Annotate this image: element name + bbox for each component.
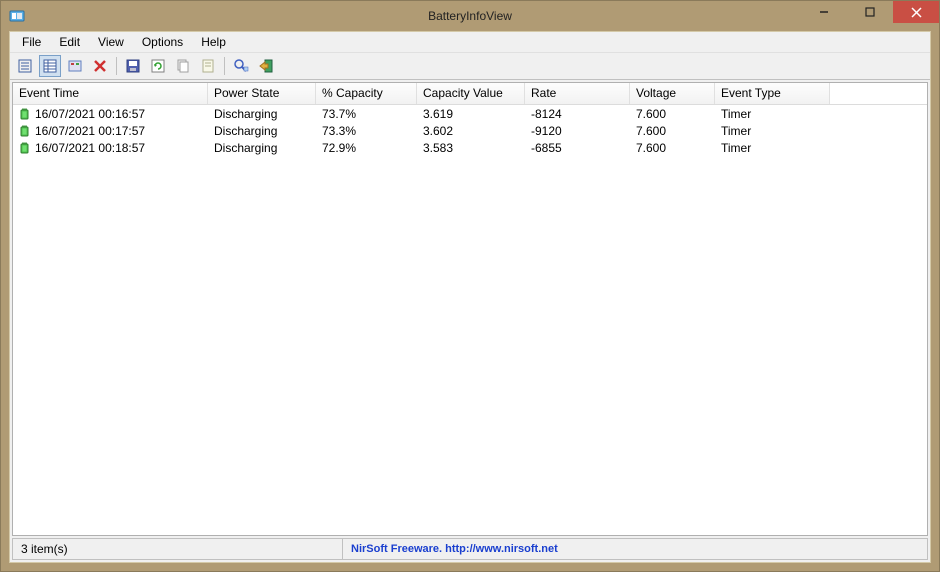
column-header-pct_capacity[interactable]: % Capacity [316, 83, 417, 104]
table-row[interactable]: 16/07/2021 00:18:57Discharging72.9%3.583… [13, 139, 927, 156]
list-body[interactable]: 16/07/2021 00:16:57Discharging73.7%3.619… [13, 105, 927, 535]
cell-rate: -9120 [525, 123, 630, 139]
cell-power_state: Discharging [208, 140, 316, 156]
menu-help[interactable]: Help [193, 34, 234, 50]
battery-icon [19, 107, 35, 121]
toolbar [10, 52, 930, 80]
client-area: File Edit View Options Help [9, 31, 931, 563]
copy-button[interactable] [172, 55, 194, 77]
cell-event_type: Timer [715, 123, 830, 139]
cell-pct_capacity: 72.9% [316, 140, 417, 156]
exit-button[interactable] [255, 55, 277, 77]
properties-button[interactable] [197, 55, 219, 77]
column-header-power_state[interactable]: Power State [208, 83, 316, 104]
find-button[interactable] [230, 55, 252, 77]
toolbar-separator [116, 57, 117, 75]
cell-pct_capacity: 73.3% [316, 123, 417, 139]
cell-rate: -6855 [525, 140, 630, 156]
titlebar[interactable]: BatteryInfoView [1, 1, 939, 31]
minimize-button[interactable] [801, 1, 847, 23]
app-window: BatteryInfoView File Edit View Options H… [0, 0, 940, 572]
cell-capacity_value: 3.619 [417, 106, 525, 122]
menubar: File Edit View Options Help [10, 32, 930, 52]
statusbar: 3 item(s) NirSoft Freeware. http://www.n… [12, 538, 928, 560]
cell-event_type: Timer [715, 140, 830, 156]
cell-rate: -8124 [525, 106, 630, 122]
battery-icon [19, 141, 35, 155]
cell-event_time: 16/07/2021 00:18:57 [13, 140, 208, 156]
battery-icon [19, 124, 35, 138]
cell-capacity_value: 3.583 [417, 140, 525, 156]
table-row[interactable]: 16/07/2021 00:16:57Discharging73.7%3.619… [13, 105, 927, 122]
app-icon [9, 8, 25, 24]
column-header-rate[interactable]: Rate [525, 83, 630, 104]
window-title: BatteryInfoView [428, 9, 512, 23]
column-header-voltage[interactable]: Voltage [630, 83, 715, 104]
table-row[interactable]: 16/07/2021 00:17:57Discharging73.3%3.602… [13, 122, 927, 139]
column-header-event_time[interactable]: Event Time [13, 83, 208, 104]
list-header: Event TimePower State% CapacityCapacity … [13, 83, 927, 105]
save-button[interactable] [122, 55, 144, 77]
column-header-event_type[interactable]: Event Type [715, 83, 830, 104]
toolbar-separator [224, 57, 225, 75]
menu-view[interactable]: View [90, 34, 132, 50]
close-button[interactable] [893, 1, 939, 23]
window-controls [801, 1, 939, 23]
cell-voltage: 7.600 [630, 123, 715, 139]
status-item-count: 3 item(s) [13, 539, 343, 559]
cell-event_type: Timer [715, 106, 830, 122]
log-view-button[interactable] [39, 55, 61, 77]
status-credit: NirSoft Freeware. http://www.nirsoft.net [343, 539, 927, 559]
menu-edit[interactable]: Edit [51, 34, 88, 50]
cell-power_state: Discharging [208, 123, 316, 139]
cell-power_state: Discharging [208, 106, 316, 122]
column-header-capacity_value[interactable]: Capacity Value [417, 83, 525, 104]
cell-event_time: 16/07/2021 00:17:57 [13, 123, 208, 139]
cell-event_time: 16/07/2021 00:16:57 [13, 106, 208, 122]
menu-file[interactable]: File [14, 34, 49, 50]
clear-log-button[interactable] [89, 55, 111, 77]
info-view-button[interactable] [14, 55, 36, 77]
cell-pct_capacity: 73.7% [316, 106, 417, 122]
maximize-button[interactable] [847, 1, 893, 23]
refresh-button[interactable] [147, 55, 169, 77]
menu-options[interactable]: Options [134, 34, 191, 50]
cell-voltage: 7.600 [630, 140, 715, 156]
cell-capacity_value: 3.602 [417, 123, 525, 139]
cell-voltage: 7.600 [630, 106, 715, 122]
options-button[interactable] [64, 55, 86, 77]
list-view[interactable]: Event TimePower State% CapacityCapacity … [12, 82, 928, 536]
